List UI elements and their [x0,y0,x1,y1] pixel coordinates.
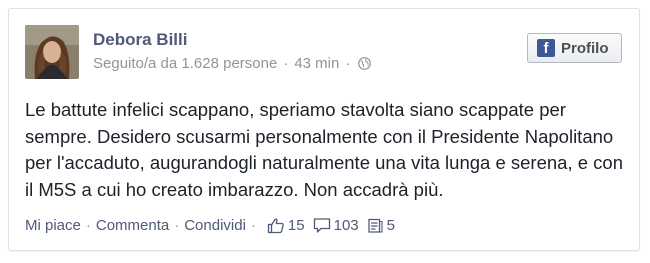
comment-link[interactable]: Commenta [96,217,169,234]
post-card: Debora Billi Seguito/a da 1.628 persone … [8,8,640,251]
post-time[interactable]: 43 min [294,55,339,72]
meta-separator: · [345,55,351,72]
shares-count[interactable]: 5 [367,217,395,234]
post-meta: Seguito/a da 1.628 persone · 43 min · [93,55,372,72]
like-link[interactable]: Mi piace [25,217,81,234]
comments-count-value: 103 [333,217,359,234]
post-actions: Mi piace · Commenta · Condividi · 15 103 [25,217,395,234]
followers-count: Seguito/a da 1.628 persone [93,55,278,72]
author-name[interactable]: Debora Billi [93,30,187,50]
share-icon [367,218,383,233]
facebook-logo-icon: f [537,39,555,57]
action-separator: · [250,217,256,234]
post-text: Le battute infelici scappano, speriamo s… [25,99,623,200]
shares-count-value: 5 [386,217,395,234]
meta-separator: · [283,55,289,72]
action-separator: · [85,217,91,234]
action-separator: · [174,217,180,234]
thumbs-up-icon [267,218,284,234]
share-link[interactable]: Condividi [184,217,246,234]
likes-count-value: 15 [287,217,305,234]
likes-count[interactable]: 15 [267,217,305,234]
avatar[interactable] [25,25,79,79]
profile-button[interactable]: f Profilo [527,33,622,63]
profile-button-label: Profilo [561,39,609,57]
comment-icon [313,218,330,233]
globe-icon[interactable] [358,57,372,70]
comments-count[interactable]: 103 [313,217,359,234]
